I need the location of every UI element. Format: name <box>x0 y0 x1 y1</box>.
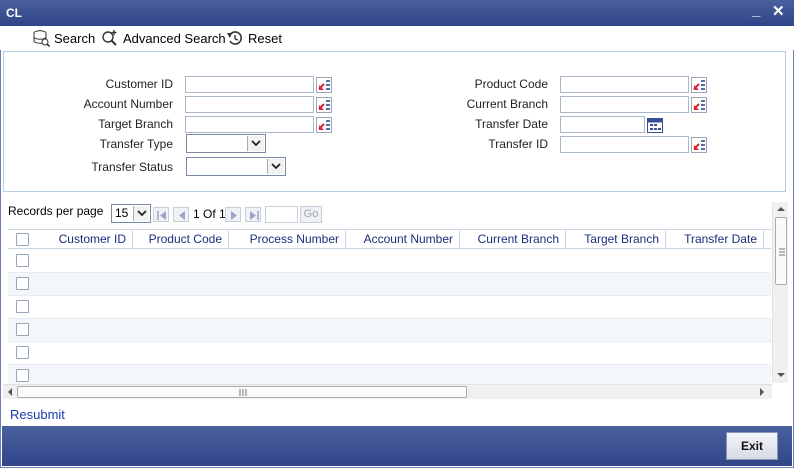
resubmit-link[interactable]: Resubmit <box>10 407 65 422</box>
chevron-down-icon <box>133 206 149 221</box>
search-label: Search <box>54 30 96 46</box>
vertical-scroll-thumb[interactable] <box>775 217 787 285</box>
next-page-icon <box>231 211 237 220</box>
account-number-lov-icon[interactable] <box>316 97 332 113</box>
product-code-label: Product Code <box>474 77 548 91</box>
target-branch-input[interactable] <box>185 116 314 133</box>
transfer-type-select[interactable] <box>186 134 266 153</box>
transfer-type-label: Transfer Type <box>99 137 173 151</box>
results-grid: Customer ID Product Code Process Number … <box>8 229 771 384</box>
horizontal-scrollbar[interactable] <box>3 384 772 399</box>
product-code-lov-icon[interactable] <box>691 77 707 93</box>
scroll-left-icon[interactable] <box>5 385 15 399</box>
customer-id-label: Customer ID <box>105 77 173 91</box>
chevron-down-icon <box>247 136 264 151</box>
column-header-customer-id[interactable]: Customer ID <box>38 230 133 249</box>
window-title: CL <box>6 6 22 20</box>
first-page-icon <box>157 211 166 220</box>
search-icon <box>32 29 50 47</box>
calendar-icon[interactable] <box>647 117 663 133</box>
column-header-transfer-date[interactable]: Transfer Date <box>666 230 764 249</box>
column-header-process-number[interactable]: Process Number <box>229 230 346 249</box>
row-checkbox[interactable] <box>16 369 29 382</box>
chevron-down-icon <box>267 159 284 174</box>
transfer-id-input[interactable] <box>560 136 689 153</box>
go-button[interactable]: Go <box>300 206 322 223</box>
goto-page-input[interactable] <box>265 206 298 223</box>
column-header-product-code[interactable]: Product Code <box>133 230 229 249</box>
transfer-status-label: Transfer Status <box>91 160 173 174</box>
row-checkbox[interactable] <box>16 277 29 290</box>
product-code-input[interactable] <box>560 76 689 93</box>
transfer-date-label: Transfer Date <box>475 117 548 131</box>
row-checkbox[interactable] <box>16 346 29 359</box>
table-row[interactable] <box>8 250 771 273</box>
advanced-search-button[interactable]: Advanced Search <box>101 29 226 47</box>
transfer-id-lov-icon[interactable] <box>691 137 707 153</box>
table-row[interactable] <box>8 296 771 319</box>
close-button[interactable]: ✕ <box>772 2 785 20</box>
advanced-search-label: Advanced Search <box>123 30 226 46</box>
reset-button[interactable]: Reset <box>226 29 282 47</box>
transfer-id-label: Transfer ID <box>488 137 548 151</box>
next-page-button[interactable] <box>225 207 241 222</box>
current-branch-input[interactable] <box>560 96 689 113</box>
grid-header: Customer ID Product Code Process Number … <box>8 229 771 249</box>
scroll-right-icon[interactable] <box>757 385 767 399</box>
vertical-scrollbar[interactable] <box>772 202 788 383</box>
account-number-label: Account Number <box>83 97 173 111</box>
records-per-page-label: Records per page <box>8 204 104 218</box>
last-page-button[interactable] <box>245 207 261 222</box>
toolbar: Search Advanced Search Reset <box>0 26 794 50</box>
target-branch-label: Target Branch <box>98 117 173 131</box>
reset-label: Reset <box>248 30 282 46</box>
table-row[interactable] <box>8 365 771 384</box>
customer-id-lov-icon[interactable] <box>316 77 332 93</box>
reset-icon <box>226 29 244 47</box>
row-checkbox[interactable] <box>16 323 29 336</box>
search-button[interactable]: Search <box>32 29 95 47</box>
first-page-button[interactable] <box>153 207 169 222</box>
row-checkbox[interactable] <box>16 300 29 313</box>
previous-page-icon <box>179 211 185 220</box>
select-all-checkbox[interactable] <box>16 233 29 246</box>
table-row[interactable] <box>8 342 771 365</box>
target-branch-lov-icon[interactable] <box>316 117 332 133</box>
exit-button[interactable]: Exit <box>726 432 778 460</box>
records-per-page-value: 15 <box>115 206 129 220</box>
scroll-up-icon[interactable] <box>773 204 789 214</box>
table-row[interactable] <box>8 273 771 296</box>
column-header-target-branch[interactable]: Target Branch <box>566 230 666 249</box>
row-checkbox[interactable] <box>16 254 29 267</box>
column-header-current-branch[interactable]: Current Branch <box>460 230 566 249</box>
last-page-icon <box>250 211 259 220</box>
records-per-page-select[interactable]: 15 <box>111 204 151 223</box>
account-number-input[interactable] <box>185 96 314 113</box>
footer-bar <box>2 426 792 466</box>
current-branch-lov-icon[interactable] <box>691 97 707 113</box>
transfer-date-input[interactable] <box>560 116 645 133</box>
current-branch-label: Current Branch <box>466 97 548 111</box>
column-header-account-number[interactable]: Account Number <box>346 230 460 249</box>
page-info: 1 Of 1 <box>193 207 226 221</box>
transfer-status-select[interactable] <box>186 157 286 176</box>
previous-page-button[interactable] <box>173 207 189 222</box>
minimize-button[interactable]: _ <box>752 2 760 19</box>
scroll-down-icon[interactable] <box>773 370 789 380</box>
customer-id-input[interactable] <box>185 76 314 93</box>
table-row[interactable] <box>8 319 771 342</box>
title-bar: CL _ ✕ <box>0 0 794 26</box>
advanced-search-icon <box>101 29 119 47</box>
horizontal-scroll-thumb[interactable] <box>17 386 467 398</box>
